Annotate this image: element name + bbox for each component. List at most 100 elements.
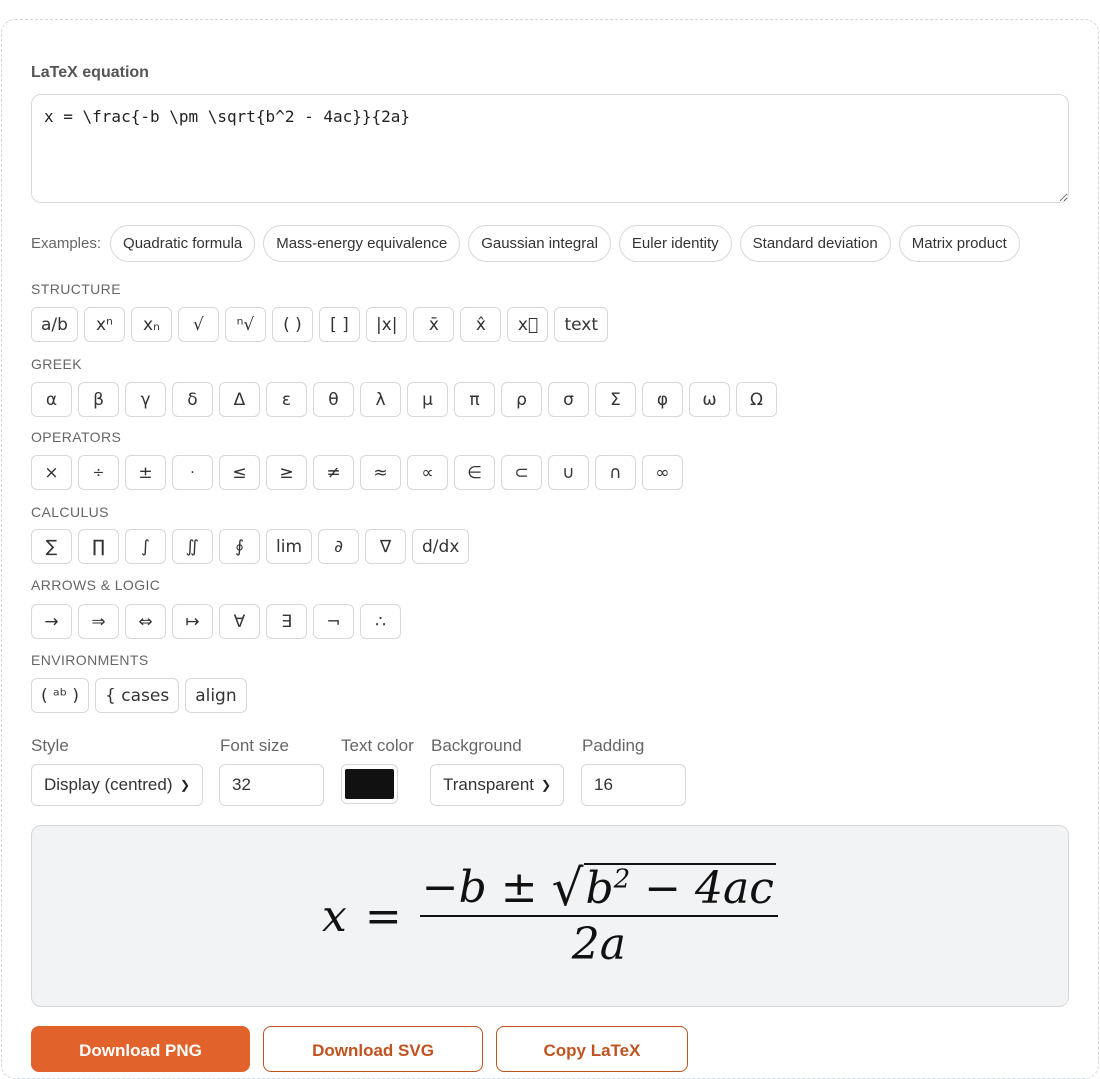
structure-symbol-button[interactable]: a/b xyxy=(31,307,78,342)
equation-equals: = xyxy=(364,890,402,942)
example-mass-energy[interactable]: Mass-energy equivalence xyxy=(263,225,461,262)
greek-symbol-button[interactable]: ω xyxy=(689,382,730,417)
greek-symbol-button[interactable]: ρ xyxy=(501,382,542,417)
greek-symbol-button[interactable]: Σ xyxy=(595,382,636,417)
calculus-symbol-button[interactable]: lim xyxy=(266,529,313,564)
greek-symbol-button[interactable]: θ xyxy=(313,382,354,417)
example-gaussian-integral[interactable]: Gaussian integral xyxy=(468,225,611,262)
style-select[interactable]: Display (centred) ❯ xyxy=(31,764,203,806)
greek-symbol-button[interactable]: γ xyxy=(125,382,166,417)
arrows-symbol-button[interactable]: ∴ xyxy=(360,604,401,639)
operators-symbol-button[interactable]: ∞ xyxy=(642,455,683,490)
copy-latex-button[interactable]: Copy LaTeX xyxy=(496,1026,688,1072)
operators-symbol-button[interactable]: ≥ xyxy=(266,455,307,490)
operators-symbol-button[interactable]: ± xyxy=(125,455,166,490)
operators-symbol-button[interactable]: ∈ xyxy=(454,455,495,490)
calculus-symbol-button[interactable]: ∬ xyxy=(172,529,213,564)
chevron-down-icon: ❯ xyxy=(540,778,551,792)
square-root: √ b2 − 4ac xyxy=(552,862,776,914)
calculus-symbol-button[interactable]: ∇ xyxy=(365,529,407,564)
calculus-symbol-button[interactable]: d/dx xyxy=(412,529,470,564)
radicand-rest: − 4ac xyxy=(630,862,774,914)
background-select[interactable]: Transparent ❯ xyxy=(430,764,564,806)
example-euler-identity[interactable]: Euler identity xyxy=(618,225,732,262)
arrows-symbol-button[interactable]: ∃ xyxy=(266,604,307,639)
operators-symbol-button[interactable]: ∝ xyxy=(407,455,448,490)
text-color-picker[interactable] xyxy=(341,764,398,804)
greek-symbol-button[interactable]: λ xyxy=(360,382,401,417)
structure-symbol-button[interactable]: x̄ xyxy=(413,307,455,342)
section-title-greek: GREEK xyxy=(31,356,83,372)
example-quadratic-formula[interactable]: Quadratic formula xyxy=(110,225,256,262)
fraction-numerator: −b ± √ b2 − 4ac xyxy=(420,862,778,915)
operators-symbol-button[interactable]: ≈ xyxy=(360,455,401,490)
style-select-value: Display (centred) xyxy=(44,775,173,794)
calculus-symbol-button[interactable]: ∂ xyxy=(318,529,360,564)
greek-symbol-button[interactable]: σ xyxy=(548,382,589,417)
example-matrix-product[interactable]: Matrix product xyxy=(898,225,1020,262)
arrows-symbol-button[interactable]: ⇔ xyxy=(125,604,166,639)
greek-symbol-button[interactable]: ε xyxy=(266,382,307,417)
radicand-base: b xyxy=(585,862,614,914)
background-label: Background xyxy=(431,736,522,755)
greek-symbol-button[interactable]: α xyxy=(31,382,72,417)
greek-symbol-button[interactable]: φ xyxy=(642,382,683,417)
structure-symbol-button[interactable]: ( ) xyxy=(271,307,313,342)
calculus-symbol-button[interactable]: ∏ xyxy=(78,529,119,564)
structure-symbol-button[interactable]: ⁿ√ xyxy=(224,307,266,342)
structure-symbol-button[interactable]: |x| xyxy=(365,307,408,342)
structure-symbol-button[interactable]: xₙ xyxy=(130,307,172,342)
rendered-equation: x = −b ± √ b2 − 4ac 2a xyxy=(322,862,778,970)
section-title-operators: OPERATORS xyxy=(31,429,122,445)
padding-label: Padding xyxy=(582,736,645,755)
operator-buttons: × ÷ ± · ≤ ≥ ≠ ≈ ∝ ∈ ⊂ ∪ ∩ ∞ xyxy=(31,455,683,490)
structure-symbol-button[interactable]: text xyxy=(554,307,609,342)
environments-symbol-button[interactable]: ( ᵃᵇ ) xyxy=(31,678,90,713)
greek-symbol-button[interactable]: μ xyxy=(407,382,448,417)
latex-equation-input[interactable] xyxy=(31,94,1069,203)
greek-symbol-button[interactable]: δ xyxy=(172,382,213,417)
greek-symbol-button[interactable]: Δ xyxy=(219,382,260,417)
arrows-symbol-button[interactable]: ⇒ xyxy=(78,604,119,639)
greek-symbol-button[interactable]: π xyxy=(454,382,495,417)
operators-symbol-button[interactable]: ∩ xyxy=(595,455,636,490)
text-color-swatch xyxy=(345,769,394,799)
structure-symbol-button[interactable]: [ ] xyxy=(318,307,360,342)
operators-symbol-button[interactable]: ÷ xyxy=(78,455,119,490)
latex-equation-label: LaTeX equation xyxy=(31,64,149,81)
structure-symbol-button[interactable]: xⁿ xyxy=(83,307,125,342)
operators-symbol-button[interactable]: ≤ xyxy=(219,455,260,490)
arrows-symbol-button[interactable]: ↦ xyxy=(172,604,213,639)
greek-symbol-button[interactable]: β xyxy=(78,382,119,417)
structure-symbol-button[interactable]: √ xyxy=(177,307,219,342)
arrows-symbol-button[interactable]: ∀ xyxy=(219,604,260,639)
style-label: Style xyxy=(31,736,69,755)
section-title-arrows: ARROWS & LOGIC xyxy=(31,577,161,593)
padding-input[interactable]: 16 xyxy=(581,764,686,806)
calculus-symbol-button[interactable]: ∑ xyxy=(31,529,72,564)
environments-symbol-button[interactable]: { cases xyxy=(95,678,180,713)
font-size-input[interactable]: 32 xyxy=(219,764,324,806)
operators-symbol-button[interactable]: ⊂ xyxy=(501,455,542,490)
calculus-symbol-button[interactable]: ∫ xyxy=(125,529,166,564)
arrow-logic-buttons: → ⇒ ⇔ ↦ ∀ ∃ ¬ ∴ xyxy=(31,604,401,639)
operators-symbol-button[interactable]: ∪ xyxy=(548,455,589,490)
example-standard-deviation[interactable]: Standard deviation xyxy=(739,225,891,262)
font-size-value: 32 xyxy=(232,775,251,794)
operators-symbol-button[interactable]: · xyxy=(172,455,213,490)
greek-symbol-button[interactable]: Ω xyxy=(736,382,777,417)
chevron-down-icon: ❯ xyxy=(179,778,190,792)
action-buttons: Download PNG Download SVG Copy LaTeX xyxy=(31,1026,688,1072)
structure-symbol-button[interactable]: x̂ xyxy=(460,307,502,342)
operators-symbol-button[interactable]: ≠ xyxy=(313,455,354,490)
download-png-button[interactable]: Download PNG xyxy=(31,1026,250,1072)
environments-symbol-button[interactable]: align xyxy=(185,678,247,713)
arrows-symbol-button[interactable]: → xyxy=(31,604,72,639)
environment-buttons: ( ᵃᵇ ){ cases align xyxy=(31,678,247,713)
arrows-symbol-button[interactable]: ¬ xyxy=(313,604,354,639)
structure-symbol-button[interactable]: x⃞ xyxy=(507,307,549,342)
calculus-symbol-button[interactable]: ∮ xyxy=(219,529,260,564)
operators-symbol-button[interactable]: × xyxy=(31,455,72,490)
download-svg-button[interactable]: Download SVG xyxy=(263,1026,483,1072)
structure-buttons: a/b xⁿ xₙ √ ⁿ√( )[ ] |x| x̄ x̂ x⃞ text xyxy=(31,307,609,342)
